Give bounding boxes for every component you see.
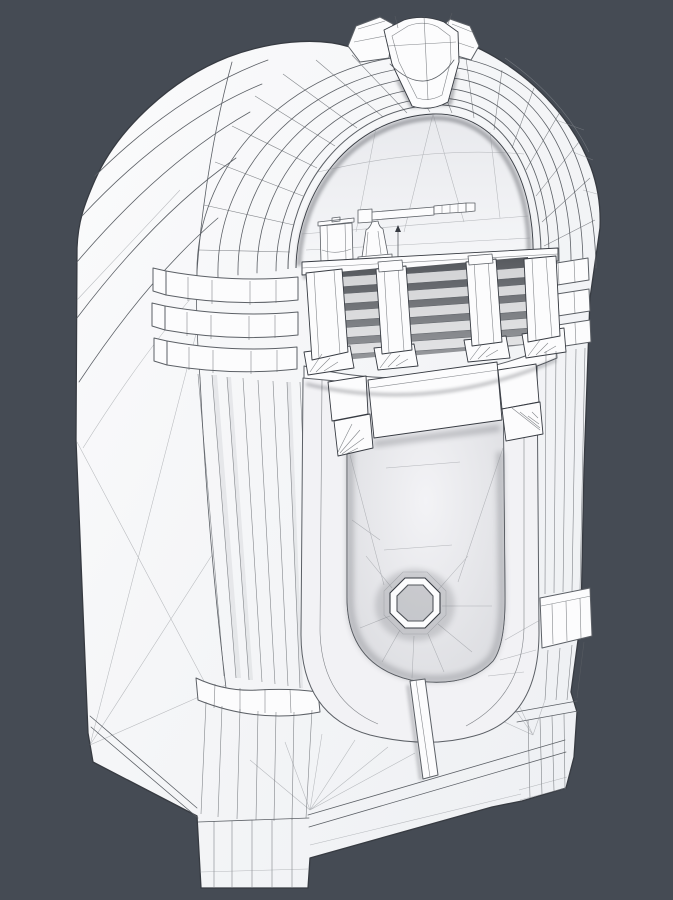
render-viewport [0, 0, 673, 900]
left-rib-bands [152, 268, 298, 374]
ring-port [375, 569, 455, 641]
jukebox-wireframe-render [0, 0, 673, 900]
